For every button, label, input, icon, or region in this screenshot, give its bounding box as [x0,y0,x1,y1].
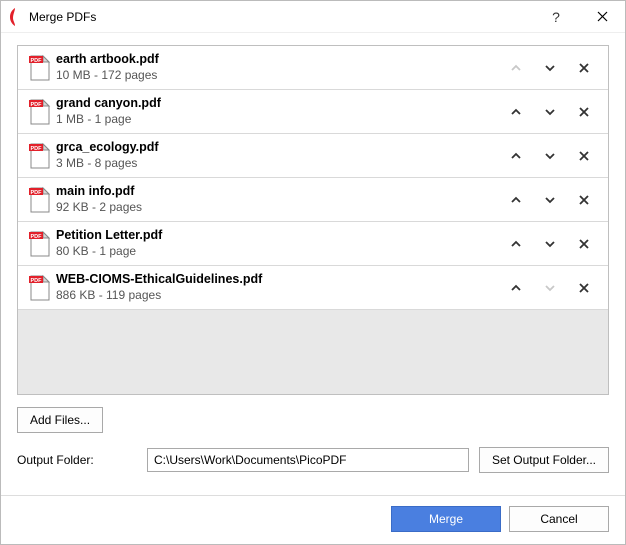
output-folder-input[interactable] [147,448,469,472]
row-controls [506,102,600,122]
svg-text:PDF: PDF [31,146,43,152]
remove-button[interactable] [574,278,594,298]
row-controls [506,234,600,254]
titlebar: Merge PDFs ? [1,1,625,33]
file-text: Petition Letter.pdf80 KB - 1 page [54,228,506,259]
close-button[interactable] [579,1,625,33]
file-row[interactable]: PDF Petition Letter.pdf80 KB - 1 page [18,222,608,266]
move-down-button [540,278,560,298]
file-name: WEB-CIOMS-EthicalGuidelines.pdf [56,272,506,288]
pdf-icon: PDF [24,54,54,82]
move-up-button[interactable] [506,102,526,122]
svg-text:PDF: PDF [31,58,43,64]
move-down-button[interactable] [540,190,560,210]
output-row: Output Folder: Set Output Folder... [17,447,609,473]
file-meta: 1 MB - 1 page [56,112,506,127]
add-files-button[interactable]: Add Files... [17,407,103,433]
file-meta: 886 KB - 119 pages [56,288,506,303]
file-list: PDFearth artbook.pdf10 MB - 172 pagesPDF… [17,45,609,395]
svg-text:PDF: PDF [31,190,43,196]
remove-button[interactable] [574,146,594,166]
row-controls [506,278,600,298]
move-up-button[interactable] [506,234,526,254]
pdf-icon: PDF [24,142,54,170]
help-button[interactable]: ? [533,1,579,33]
file-name: earth artbook.pdf [56,52,506,68]
dialog-title: Merge PDFs [29,10,533,24]
file-text: grand canyon.pdf1 MB - 1 page [54,96,506,127]
file-name: main info.pdf [56,184,506,200]
merge-button[interactable]: Merge [391,506,501,532]
move-down-button[interactable] [540,146,560,166]
pdf-icon: PDF [24,230,54,258]
file-meta: 3 MB - 8 pages [56,156,506,171]
move-up-button[interactable] [506,278,526,298]
file-meta: 92 KB - 2 pages [56,200,506,215]
svg-text:PDF: PDF [31,102,43,108]
move-down-button[interactable] [540,58,560,78]
remove-button[interactable] [574,58,594,78]
move-down-button[interactable] [540,234,560,254]
file-row[interactable]: PDF main info.pdf92 KB - 2 pages [18,178,608,222]
file-row[interactable]: PDF WEB-CIOMS-EthicalGuidelines.pdf886 KB… [18,266,608,310]
file-row[interactable]: PDF grand canyon.pdf1 MB - 1 page [18,90,608,134]
dialog-body: PDFearth artbook.pdf10 MB - 172 pagesPDF… [1,33,625,495]
move-up-button[interactable] [506,146,526,166]
pdf-icon: PDF [24,186,54,214]
output-folder-label: Output Folder: [17,453,137,467]
pdf-icon: PDF [24,98,54,126]
svg-text:PDF: PDF [31,278,43,284]
pdf-icon: PDF [24,274,54,302]
row-controls [506,146,600,166]
merge-pdfs-dialog: Merge PDFs ? PDF earth artbook.pdf10 MB -… [0,0,626,545]
cancel-button[interactable]: Cancel [509,506,609,532]
remove-button[interactable] [574,190,594,210]
file-row[interactable]: PDF earth artbook.pdf10 MB - 172 pages [18,46,608,90]
move-up-button [506,58,526,78]
file-meta: 10 MB - 172 pages [56,68,506,83]
file-text: WEB-CIOMS-EthicalGuidelines.pdf886 KB - … [54,272,506,303]
file-name: grand canyon.pdf [56,96,506,112]
file-text: grca_ecology.pdf3 MB - 8 pages [54,140,506,171]
app-icon [1,8,29,26]
remove-button[interactable] [574,102,594,122]
file-name: Petition Letter.pdf [56,228,506,244]
file-row[interactable]: PDF grca_ecology.pdf3 MB - 8 pages [18,134,608,178]
move-down-button[interactable] [540,102,560,122]
move-up-button[interactable] [506,190,526,210]
file-text: earth artbook.pdf10 MB - 172 pages [54,52,506,83]
file-name: grca_ecology.pdf [56,140,506,156]
dialog-footer: Merge Cancel [1,495,625,544]
set-output-folder-button[interactable]: Set Output Folder... [479,447,609,473]
file-text: main info.pdf92 KB - 2 pages [54,184,506,215]
svg-text:PDF: PDF [31,234,43,240]
remove-button[interactable] [574,234,594,254]
row-controls [506,190,600,210]
row-controls [506,58,600,78]
file-meta: 80 KB - 1 page [56,244,506,259]
